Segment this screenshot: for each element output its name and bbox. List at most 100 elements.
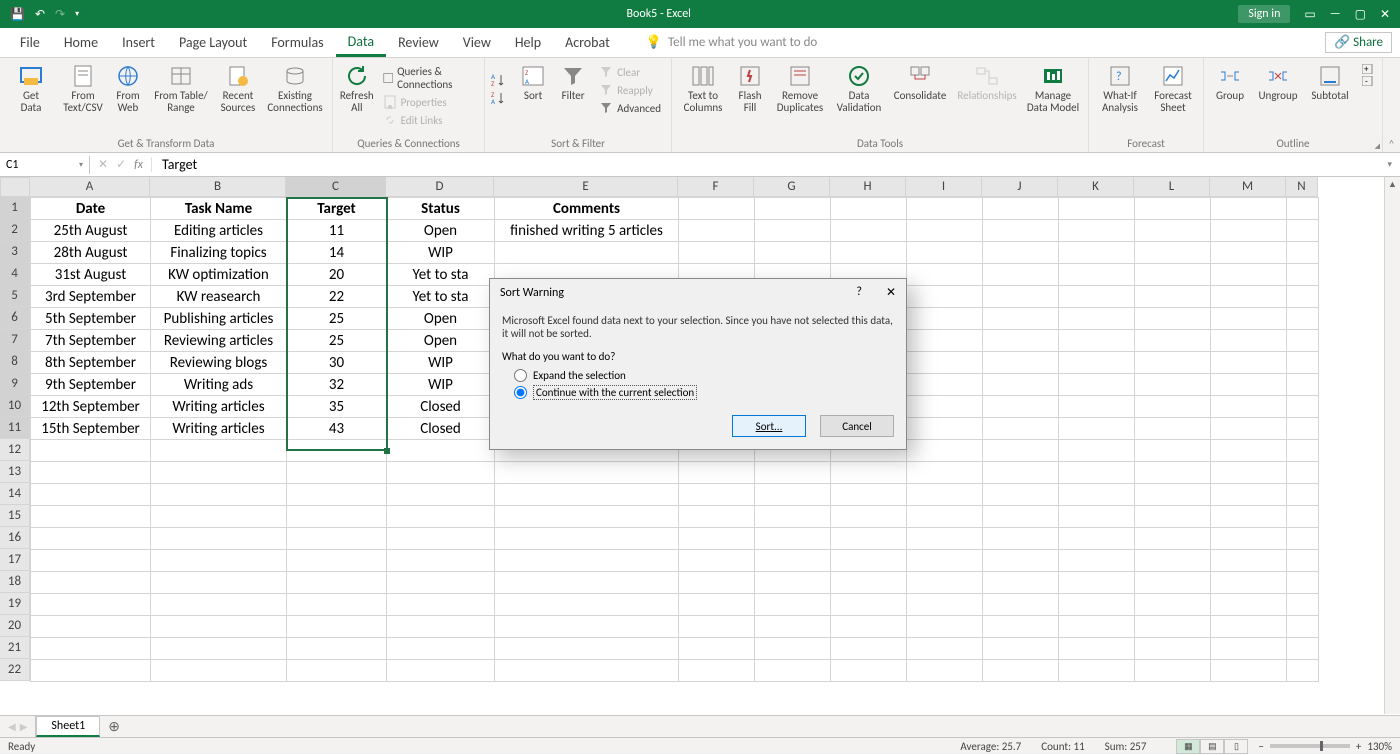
- ribbon-display-icon[interactable]: ▭: [1304, 7, 1315, 22]
- cell[interactable]: [983, 396, 1059, 418]
- page-layout-view-button[interactable]: ▤: [1200, 739, 1224, 754]
- redo-icon[interactable]: ↷: [55, 7, 65, 22]
- cell[interactable]: [831, 528, 907, 550]
- cell[interactable]: [755, 616, 831, 638]
- cell[interactable]: [151, 484, 287, 506]
- row-header-2[interactable]: 2: [0, 219, 30, 241]
- cell[interactable]: [1211, 572, 1287, 594]
- tab-help[interactable]: Help: [503, 30, 553, 55]
- column-header-C[interactable]: C: [286, 177, 386, 197]
- cell[interactable]: [31, 506, 151, 528]
- cell[interactable]: [907, 220, 983, 242]
- row-header-5[interactable]: 5: [0, 285, 30, 307]
- row-header-20[interactable]: 20: [0, 615, 30, 637]
- row-header-13[interactable]: 13: [0, 461, 30, 483]
- qat-dropdown-icon[interactable]: ▾: [75, 9, 79, 19]
- tab-acrobat[interactable]: Acrobat: [553, 30, 622, 55]
- cell[interactable]: [755, 242, 831, 264]
- cell[interactable]: [387, 462, 495, 484]
- cell[interactable]: [495, 242, 679, 264]
- cell[interactable]: [1059, 440, 1135, 462]
- cell[interactable]: [1059, 462, 1135, 484]
- cell[interactable]: [755, 462, 831, 484]
- cell[interactable]: [1135, 198, 1211, 220]
- normal-view-button[interactable]: ▦: [1176, 739, 1200, 754]
- cell[interactable]: [907, 550, 983, 572]
- cell[interactable]: [1135, 418, 1211, 440]
- cell[interactable]: [1211, 616, 1287, 638]
- cell[interactable]: [287, 440, 387, 462]
- data-validation-button[interactable]: DataValidation: [832, 60, 886, 114]
- cell[interactable]: [983, 242, 1059, 264]
- cell[interactable]: [1211, 418, 1287, 440]
- cell[interactable]: [1135, 616, 1211, 638]
- cell[interactable]: [983, 572, 1059, 594]
- undo-icon[interactable]: ↶: [35, 7, 45, 22]
- cell[interactable]: [1287, 440, 1319, 462]
- cell[interactable]: [287, 616, 387, 638]
- cell[interactable]: [907, 308, 983, 330]
- cell[interactable]: [831, 550, 907, 572]
- cell[interactable]: [31, 550, 151, 572]
- row-header-7[interactable]: 7: [0, 329, 30, 351]
- cell[interactable]: [495, 572, 679, 594]
- cell[interactable]: WIP: [387, 374, 495, 396]
- cell[interactable]: Date: [31, 198, 151, 220]
- cell[interactable]: [1287, 396, 1319, 418]
- flash-fill-button[interactable]: FlashFill: [732, 60, 768, 114]
- cell[interactable]: [31, 440, 151, 462]
- zoom-in-button[interactable]: +: [1356, 740, 1361, 753]
- row-header-21[interactable]: 21: [0, 637, 30, 659]
- row-header-14[interactable]: 14: [0, 483, 30, 505]
- get-data-button[interactable]: GetData: [6, 60, 56, 114]
- cell[interactable]: [755, 572, 831, 594]
- cell[interactable]: [287, 462, 387, 484]
- cell[interactable]: KW optimization: [151, 264, 287, 286]
- cell[interactable]: [1287, 528, 1319, 550]
- cell[interactable]: [983, 374, 1059, 396]
- column-header-K[interactable]: K: [1058, 177, 1134, 197]
- radio-expand-input[interactable]: [514, 369, 527, 382]
- row-header-11[interactable]: 11: [0, 417, 30, 439]
- cell[interactable]: [1287, 286, 1319, 308]
- row-header-15[interactable]: 15: [0, 505, 30, 527]
- cell[interactable]: [679, 220, 755, 242]
- cell[interactable]: 31st August: [31, 264, 151, 286]
- edit-links-button[interactable]: Edit Links: [379, 112, 479, 128]
- dialog-cancel-button[interactable]: Cancel: [820, 415, 894, 437]
- cell[interactable]: [1211, 506, 1287, 528]
- queries-connections-button[interactable]: Queries & Connections: [379, 64, 479, 92]
- cell[interactable]: [1059, 550, 1135, 572]
- row-header-22[interactable]: 22: [0, 659, 30, 681]
- cell[interactable]: [983, 330, 1059, 352]
- fx-icon[interactable]: fx: [134, 158, 143, 172]
- cell[interactable]: [679, 550, 755, 572]
- cell[interactable]: [907, 660, 983, 682]
- cell[interactable]: [1135, 660, 1211, 682]
- cell[interactable]: [1287, 352, 1319, 374]
- cell[interactable]: [151, 594, 287, 616]
- cell[interactable]: WIP: [387, 352, 495, 374]
- cell[interactable]: [31, 572, 151, 594]
- cell[interactable]: [387, 484, 495, 506]
- cell[interactable]: [907, 616, 983, 638]
- cell[interactable]: [495, 594, 679, 616]
- cell[interactable]: [1059, 264, 1135, 286]
- ungroup-button[interactable]: Ungroup: [1254, 60, 1302, 102]
- cell[interactable]: [983, 308, 1059, 330]
- cell[interactable]: [755, 550, 831, 572]
- cell[interactable]: [1059, 418, 1135, 440]
- cell[interactable]: [1059, 308, 1135, 330]
- cell[interactable]: [679, 462, 755, 484]
- cell[interactable]: [1135, 220, 1211, 242]
- cell[interactable]: [831, 462, 907, 484]
- cell[interactable]: KW reasearch: [151, 286, 287, 308]
- cell[interactable]: [907, 198, 983, 220]
- row-header-1[interactable]: 1: [0, 197, 30, 219]
- cell[interactable]: [983, 352, 1059, 374]
- cell[interactable]: 9th September: [31, 374, 151, 396]
- cell[interactable]: [387, 660, 495, 682]
- cell[interactable]: [1135, 506, 1211, 528]
- cell[interactable]: [1135, 440, 1211, 462]
- name-box[interactable]: C1▾: [0, 156, 90, 174]
